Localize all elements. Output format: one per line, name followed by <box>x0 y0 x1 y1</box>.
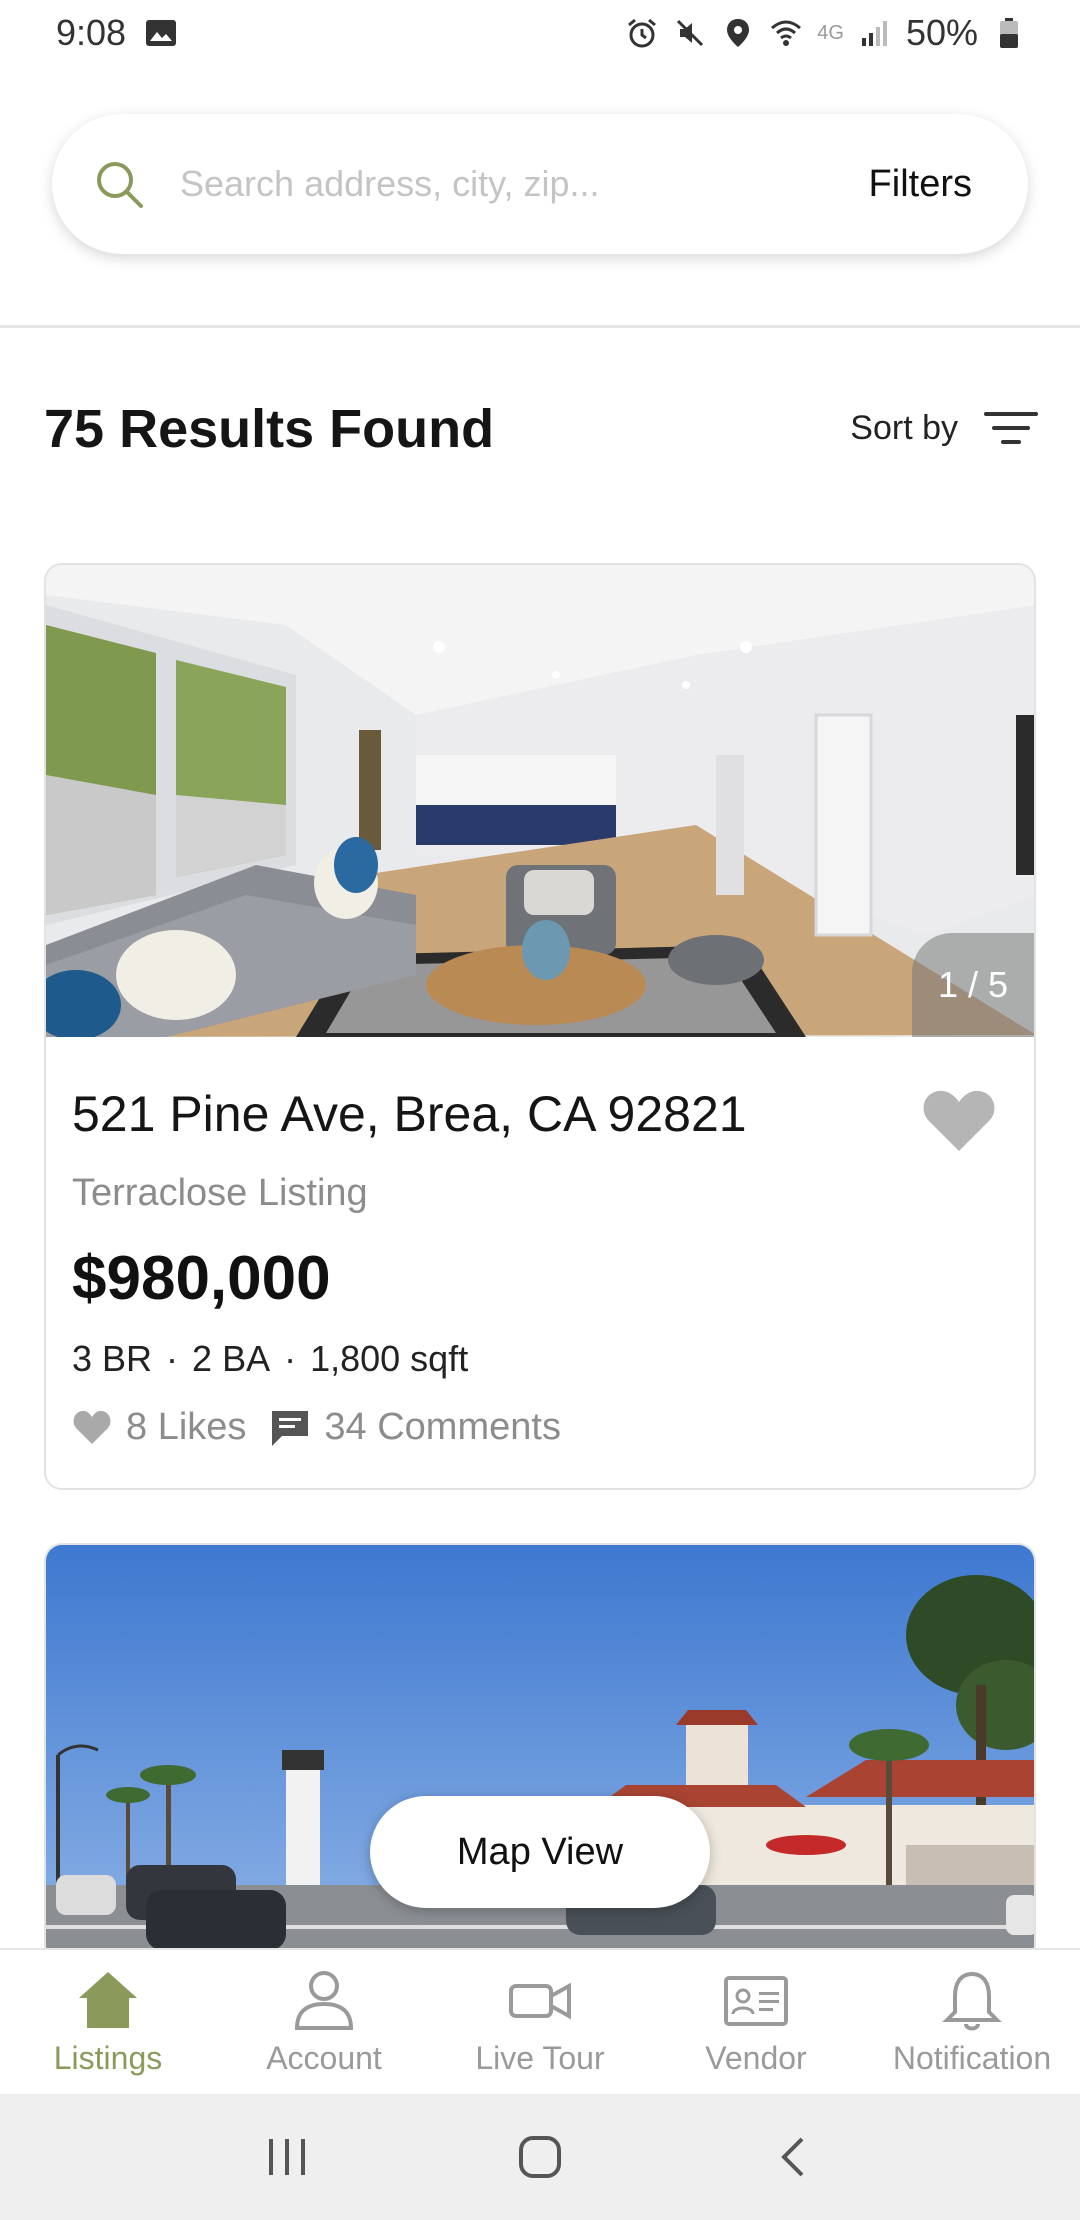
listing-address: 521 Pine Ave, Brea, CA 92821 <box>72 1086 747 1142</box>
nav-label-account: Account <box>266 2040 382 2076</box>
home-icon <box>79 1972 137 2028</box>
nav-label-listings: Listings <box>53 2040 163 2076</box>
heart-icon[interactable] <box>922 1087 996 1153</box>
listing-specs: 3 BR · 2 BA · 1,800 sqft <box>72 1338 1006 1380</box>
battery-icon <box>992 16 1026 50</box>
nav-label-live-tour: Live Tour <box>475 2040 605 2076</box>
likes-count[interactable]: 8 Likes <box>72 1406 246 1449</box>
sort-icon <box>984 412 1038 444</box>
alarm-icon <box>625 16 659 50</box>
status-right: 4G 50% <box>625 12 1026 54</box>
sort-by-button[interactable]: Sort by <box>850 408 1038 448</box>
bottom-nav: Listings Account Live Tour Vendor Notifi… <box>0 1948 1080 2094</box>
listing-details: 521 Pine Ave, Brea, CA 92821 Terraclose … <box>46 1037 1034 1449</box>
nav-label-notification: Notification <box>892 2040 1052 2076</box>
likes-label: 8 Likes <box>126 1406 247 1448</box>
listing-photo[interactable]: 1 / 5 <box>46 565 1034 1037</box>
recent-apps-icon <box>268 2139 305 2175</box>
separator-dot: · <box>284 1338 297 1379</box>
separator-dot: · <box>166 1338 179 1379</box>
listing-card[interactable]: 1 / 5 521 Pine Ave, Brea, CA 92821 Terra… <box>44 563 1036 1490</box>
nav-label-vendor: Vendor <box>705 2040 807 2076</box>
image-icon <box>144 16 178 50</box>
listing-price: $980,000 <box>72 1244 331 1313</box>
location-icon <box>721 16 755 50</box>
nav-item-vendor[interactable]: Vendor <box>648 1950 864 2094</box>
nav-item-notification[interactable]: Notification <box>864 1950 1080 2094</box>
system-nav-bar <box>0 2094 1080 2220</box>
nav-item-listings[interactable]: Listings <box>0 1950 216 2094</box>
comment-icon <box>272 1410 309 1446</box>
image-counter: 1 / 5 <box>912 933 1034 1037</box>
recent-apps-button[interactable] <box>247 2117 327 2197</box>
filters-button[interactable]: Filters <box>869 163 972 206</box>
battery-percent: 50% <box>905 12 978 53</box>
status-time: 9:08 <box>56 12 127 53</box>
bell-icon <box>942 1971 1002 2031</box>
listing-stats: 8 Likes 34 Comments <box>72 1406 1006 1449</box>
nav-item-account[interactable]: Account <box>216 1950 432 2094</box>
search-icon[interactable] <box>92 157 146 211</box>
id-card-icon <box>724 1976 788 2026</box>
nav-item-live-tour[interactable]: Live Tour <box>432 1950 648 2094</box>
status-bar: 9:08 4G 50% <box>0 0 1080 66</box>
wifi-icon <box>769 16 803 50</box>
search-input[interactable] <box>180 163 869 205</box>
listing-baths: 2 BA <box>192 1338 271 1379</box>
map-view-button[interactable]: Map View <box>370 1796 710 1908</box>
divider <box>0 325 1080 328</box>
status-left: 9:08 <box>56 12 178 54</box>
signal-icon <box>858 16 892 50</box>
search-bar: Filters <box>52 114 1028 254</box>
back-button[interactable] <box>753 2117 833 2197</box>
back-icon <box>781 2137 804 2177</box>
comments-count[interactable]: 34 Comments <box>270 1406 561 1449</box>
mute-icon <box>673 16 707 50</box>
network-type: 4G <box>817 21 844 44</box>
home-circle-icon <box>518 2136 561 2178</box>
sort-by-label: Sort by <box>850 408 958 447</box>
video-icon <box>509 1982 571 2020</box>
comments-label: 34 Comments <box>324 1406 561 1448</box>
like-heart-icon <box>73 1410 111 1444</box>
listing-area: 1,800 sqft <box>310 1338 469 1379</box>
results-count-title: 75 Results Found <box>44 399 495 459</box>
user-icon <box>294 1971 354 2030</box>
listing-source: Terraclose Listing <box>72 1172 368 1214</box>
home-button[interactable] <box>500 2117 580 2197</box>
listing-beds: 3 BR <box>72 1338 153 1379</box>
